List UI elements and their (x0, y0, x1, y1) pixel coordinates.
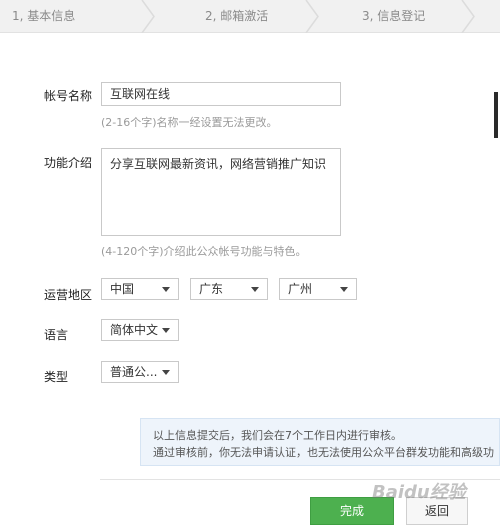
step-basic-info: 1, 基本信息 (12, 9, 76, 23)
dropdown-arrow-icon (162, 328, 170, 333)
type-value: 普通公... (110, 365, 158, 379)
type-label: 类型 (44, 370, 69, 384)
region-label: 运营地区 (44, 288, 93, 302)
dropdown-arrow-icon (340, 287, 348, 292)
step-email-activation: 2, 邮箱激活 (205, 9, 269, 23)
city-select[interactable]: 广州 (279, 278, 357, 300)
language-label: 语言 (44, 328, 69, 342)
notice-line-1: 以上信息提交后，我们会在7个工作日内进行审核。 (153, 429, 402, 442)
account-name-hint: (2-16个字)名称一经设置无法更改。 (101, 116, 278, 129)
chevron-right-icon (140, 0, 158, 33)
baidu-watermark: Baidu经验 (372, 482, 466, 503)
scrollbar[interactable] (494, 92, 498, 138)
dropdown-arrow-icon (251, 287, 259, 292)
dropdown-arrow-icon (162, 370, 170, 375)
steps-bar: 1, 基本信息 2, 邮箱激活 3, 信息登记 (0, 0, 500, 33)
province-select[interactable]: 广东 (190, 278, 268, 300)
language-value: 简体中文 (110, 323, 159, 337)
intro-hint: (4-120个字)介绍此公众帐号功能与特色。 (101, 245, 307, 258)
chevron-right-icon (460, 0, 478, 33)
account-name-label: 帐号名称 (44, 89, 93, 103)
chevron-right-icon (304, 0, 322, 33)
review-notice: 以上信息提交后，我们会在7个工作日内进行审核。 通过审核前，你无法申请认证，也无… (140, 418, 500, 466)
country-select[interactable]: 中国 (101, 278, 179, 300)
city-value: 广州 (288, 282, 313, 296)
country-value: 中国 (110, 282, 135, 296)
intro-label: 功能介绍 (44, 156, 93, 170)
language-select[interactable]: 简体中文 (101, 319, 179, 341)
intro-textarea[interactable]: 分享互联网最新资讯，网络营销推广知识 (101, 148, 341, 236)
province-value: 广东 (199, 282, 224, 296)
account-name-input[interactable]: 互联网在线 (101, 82, 341, 106)
notice-line-2: 通过审核前，你无法申请认证，也无法使用公众平台群发功能和高级功 (153, 446, 494, 459)
type-select[interactable]: 普通公... (101, 361, 179, 383)
step-info-registration: 3, 信息登记 (362, 9, 426, 23)
dropdown-arrow-icon (162, 287, 170, 292)
